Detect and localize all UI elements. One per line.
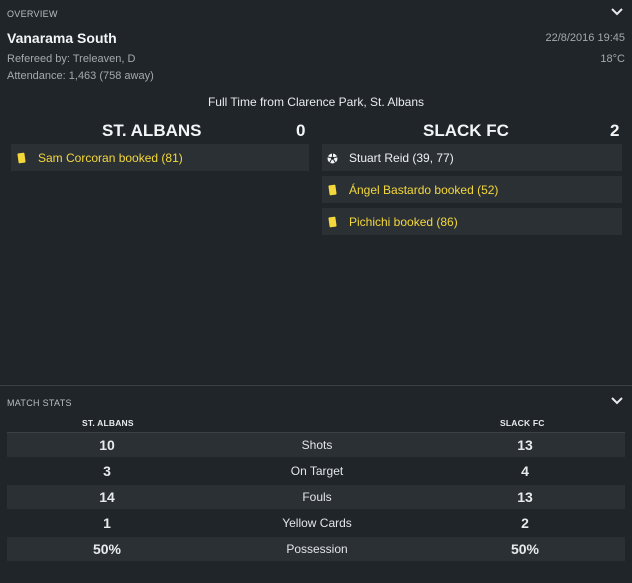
stat-home-value: 3 xyxy=(103,463,111,479)
stat-label: Fouls xyxy=(302,490,332,504)
stat-row-possession: 50% Possession 50% xyxy=(7,537,625,561)
stat-label: Possession xyxy=(286,542,348,556)
stats-away-header: SLACK FC xyxy=(500,418,545,428)
away-event-goal[interactable]: Stuart Reid (39, 77) xyxy=(322,144,622,171)
stat-home-value: 10 xyxy=(99,437,115,453)
stat-away-value: 2 xyxy=(521,515,529,531)
attendance-text: Attendance: 1,463 (758 away) xyxy=(7,70,154,82)
stat-away-value: 50% xyxy=(510,541,540,557)
referee-text: Refereed by: Treleaven, D xyxy=(7,53,136,65)
overview-section-title: OVERVIEW xyxy=(7,9,58,19)
home-team-score: 0 xyxy=(296,121,306,140)
match-stats-section-title: MATCH STATS xyxy=(7,398,72,408)
stats-home-header: ST. ALBANS xyxy=(82,418,134,428)
away-team-score: 2 xyxy=(610,121,620,140)
stat-label: Shots xyxy=(301,438,333,452)
event-text: Stuart Reid (39, 77) xyxy=(349,150,454,165)
stat-row-shots: 10 Shots 13 xyxy=(7,433,625,457)
yellow-card-icon xyxy=(328,184,337,195)
stat-away-value: 13 xyxy=(517,437,533,453)
stat-label: Yellow Cards xyxy=(282,516,352,530)
stat-row-on-target: 3 On Target 4 xyxy=(7,459,625,483)
away-team-name[interactable]: SLACK FC xyxy=(423,121,509,141)
event-text: Ángel Bastardo booked (52) xyxy=(349,182,499,197)
chevron-down-icon[interactable] xyxy=(610,7,624,17)
match-datetime: 22/8/2016 19:45 xyxy=(545,32,625,44)
away-event-booking[interactable]: Pichichi booked (86) xyxy=(322,208,622,235)
stat-home-value: 14 xyxy=(99,489,115,505)
stat-home-value: 1 xyxy=(103,515,111,531)
home-event-booking[interactable]: Sam Corcoran booked (81) xyxy=(11,144,309,171)
stat-row-yellow-cards: 1 Yellow Cards 2 xyxy=(7,511,625,535)
home-team-name[interactable]: ST. ALBANS xyxy=(102,121,202,141)
result-line: Full Time from Clarence Park, St. Albans xyxy=(207,95,425,109)
away-event-booking[interactable]: Ángel Bastardo booked (52) xyxy=(322,176,622,203)
yellow-card-icon xyxy=(17,152,26,163)
football-icon xyxy=(327,153,338,163)
stat-away-value: 13 xyxy=(517,489,533,505)
chevron-down-icon[interactable] xyxy=(610,396,624,406)
stat-away-value: 4 xyxy=(521,463,529,479)
stat-row-fouls: 14 Fouls 13 xyxy=(7,485,625,509)
event-text: Sam Corcoran booked (81) xyxy=(38,150,183,165)
stat-home-value: 50% xyxy=(92,541,122,557)
stat-label: On Target xyxy=(290,464,344,478)
overview-panel: OVERVIEW Vanarama South Refereed by: Tre… xyxy=(0,0,632,384)
event-text: Pichichi booked (86) xyxy=(349,214,458,229)
yellow-card-icon xyxy=(328,216,337,227)
competition-name[interactable]: Vanarama South xyxy=(7,30,117,46)
temperature: 18°C xyxy=(600,53,625,65)
